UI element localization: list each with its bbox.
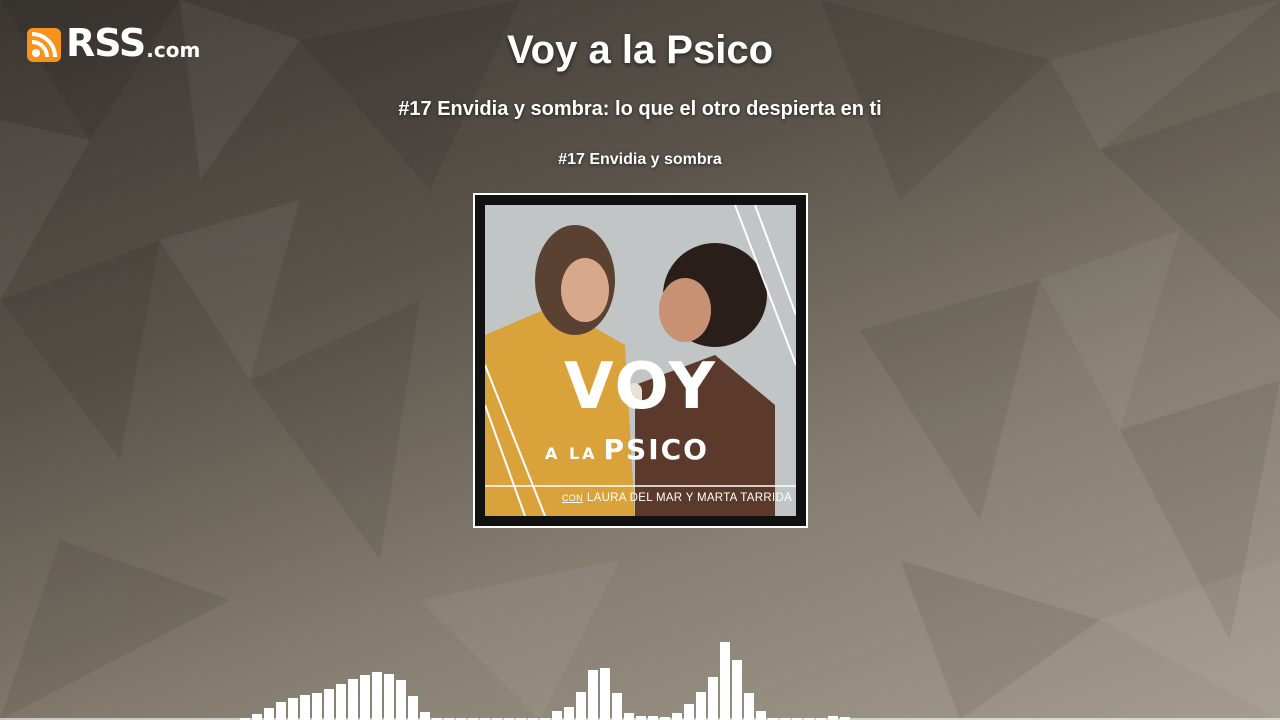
cover-credit-names: LAURA DEL MAR Y MARTA TARRIDA — [586, 492, 793, 504]
cover-word-a-la: A LA — [545, 444, 598, 463]
waveform-bar — [276, 702, 286, 720]
waveform-bar — [348, 679, 358, 720]
episode-full-title: #17 Envidia y sombra: lo que el otro des… — [398, 98, 882, 120]
waveform-bar — [336, 684, 346, 720]
waveform-bar — [732, 660, 742, 720]
waveform-bar — [720, 642, 730, 720]
waveform-bar — [372, 672, 382, 720]
waveform-bar — [708, 677, 718, 720]
podcast-title: Voy a la Psico — [506, 28, 774, 72]
cover-credit-con: CON — [562, 493, 583, 503]
waveform-bar — [288, 698, 298, 720]
waveform-bar — [612, 693, 622, 720]
audio-waveform — [0, 642, 1280, 720]
waveform-bar — [588, 670, 598, 720]
episode-short-title: #17 Envidia y sombra — [558, 151, 722, 168]
podcast-cover-art: VOY A LA PSICO CON LAURA DEL MAR Y MARTA T… — [473, 193, 808, 528]
waveform-bar — [696, 692, 706, 720]
cover-credit: CON LAURA DEL MAR Y MARTA TARRIDA — [562, 492, 792, 504]
cover-word-psico-text: PSICO — [603, 433, 709, 466]
waveform-bar — [684, 704, 694, 720]
cover-word-voy: VOY — [564, 350, 717, 424]
waveform-bar — [600, 668, 610, 720]
waveform-bar — [396, 680, 406, 720]
waveform-bar — [384, 674, 394, 720]
waveform-bar — [576, 692, 586, 720]
waveform-bar — [408, 696, 418, 720]
cover-word-psico: A LA PSICO — [545, 435, 709, 469]
waveform-bar — [744, 693, 754, 720]
waveform-bar — [360, 675, 370, 720]
waveform-bar — [300, 695, 310, 720]
waveform-bar — [324, 689, 334, 720]
waveform-bar — [312, 693, 322, 720]
